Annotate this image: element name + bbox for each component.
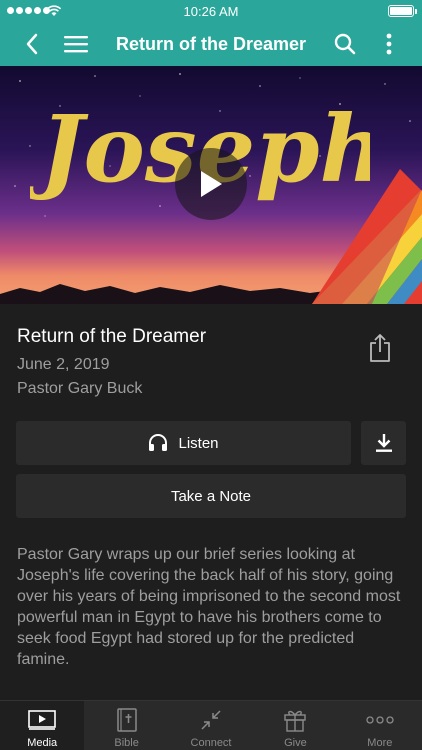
tab-connect[interactable]: Connect xyxy=(169,701,253,750)
sermon-date: June 2, 2019 xyxy=(17,356,110,373)
download-button[interactable] xyxy=(361,421,406,465)
play-icon xyxy=(201,171,222,197)
menu-button[interactable] xyxy=(56,22,96,66)
media-icon xyxy=(28,710,57,730)
take-note-label: Take a Note xyxy=(170,487,252,505)
take-note-button[interactable]: Take a Note xyxy=(16,474,406,518)
headphones-icon xyxy=(149,434,168,451)
tab-label: Bible xyxy=(114,737,139,749)
sermon-title: Return of the Dreamer xyxy=(17,326,207,347)
tab-more[interactable]: More xyxy=(338,701,422,750)
play-button[interactable] xyxy=(175,148,247,220)
sermon-description: Pastor Gary wraps up our brief series lo… xyxy=(17,546,401,668)
more-options-button[interactable] xyxy=(369,22,409,66)
tab-give[interactable]: Give xyxy=(253,701,337,750)
vertical-dots-icon xyxy=(386,33,392,55)
tab-label: More xyxy=(367,737,393,749)
connect-icon xyxy=(201,710,221,730)
sermon-artwork: Joseph xyxy=(0,66,422,304)
sermon-speaker: Pastor Gary Buck xyxy=(17,380,143,397)
wifi-icon xyxy=(46,5,62,16)
tab-bible[interactable]: Bible xyxy=(84,701,168,750)
chevron-left-icon xyxy=(26,33,38,55)
listen-button[interactable]: Listen xyxy=(16,421,351,465)
tab-label: Connect xyxy=(190,737,232,749)
hamburger-menu-icon xyxy=(64,36,88,53)
download-icon xyxy=(375,434,392,452)
tab-bar: Media Bible Connect Give More xyxy=(0,700,422,750)
battery-icon xyxy=(388,5,417,17)
bible-icon xyxy=(116,708,137,732)
tab-label: Give xyxy=(284,737,307,749)
back-button[interactable] xyxy=(12,22,52,66)
share-icon xyxy=(370,334,390,362)
search-icon xyxy=(334,33,356,55)
tab-label: Media xyxy=(27,737,58,749)
status-bar: 10:26 AM xyxy=(0,0,422,22)
signal-strength-icon xyxy=(7,7,50,14)
gift-icon xyxy=(284,710,307,732)
nav-bar: Return of the Dreamer xyxy=(0,22,422,66)
sermon-info: Return of the Dreamer June 2, 2019 Pasto… xyxy=(17,326,357,398)
search-button[interactable] xyxy=(325,22,365,66)
tab-media[interactable]: Media xyxy=(0,701,85,750)
share-button[interactable] xyxy=(366,332,394,364)
status-time: 10:26 AM xyxy=(183,3,239,19)
listen-label: Listen xyxy=(178,434,219,452)
more-icon xyxy=(366,716,394,724)
